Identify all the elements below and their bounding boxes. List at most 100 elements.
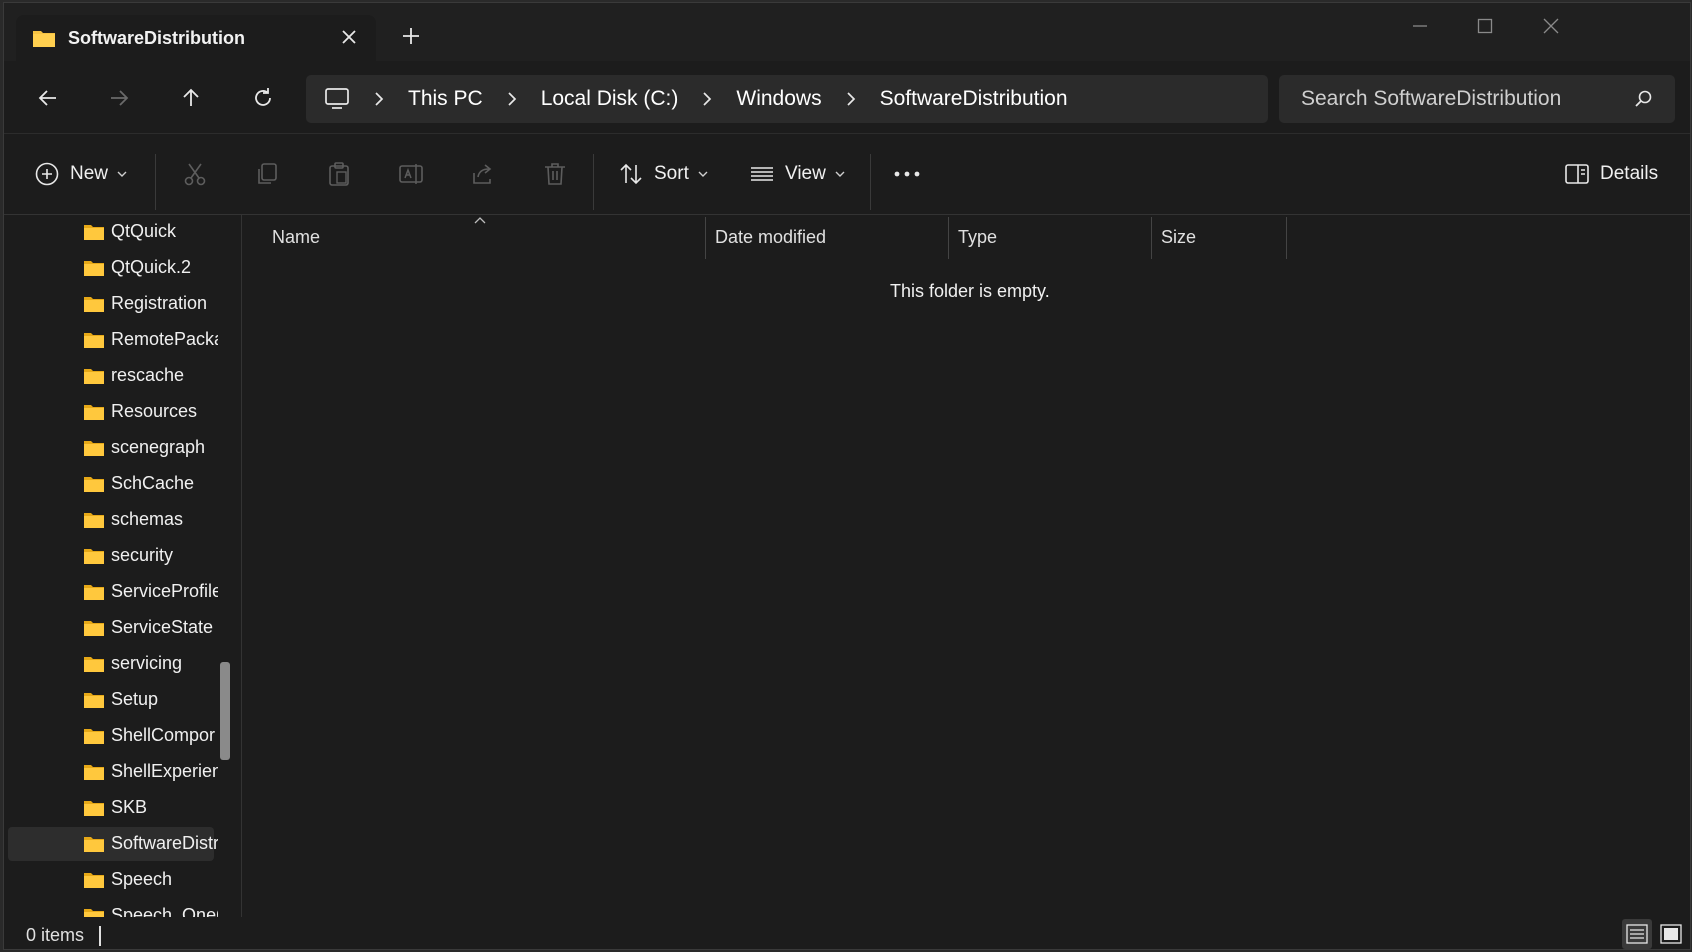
sort-icon xyxy=(618,161,644,187)
copy-icon xyxy=(254,161,280,187)
sidebar-folder-label: rescache xyxy=(111,365,185,385)
sidebar-folder-item[interactable]: ServiceState xyxy=(8,611,214,645)
folder-icon xyxy=(83,295,105,313)
column-header-type[interactable]: Type xyxy=(958,227,997,248)
breadcrumb-windows[interactable]: Windows xyxy=(736,87,821,111)
breadcrumb-software-distribution[interactable]: SoftwareDistribution xyxy=(880,87,1068,111)
paste-icon xyxy=(326,161,352,187)
column-divider[interactable] xyxy=(705,217,706,259)
folder-icon xyxy=(83,331,105,349)
sidebar-folder-label: ServiceProfile xyxy=(111,581,218,601)
command-separator xyxy=(870,154,871,210)
sidebar-folder-label: ShellExperien xyxy=(111,761,218,781)
rename-button[interactable] xyxy=(398,154,424,194)
sidebar-folder-item[interactable]: Setup xyxy=(8,683,214,717)
details-label: Details xyxy=(1600,163,1659,184)
sidebar-folder-item[interactable]: Speech xyxy=(8,863,214,897)
folder-icon xyxy=(83,439,105,457)
folder-icon xyxy=(83,475,105,493)
sidebar-folder-item[interactable]: ServiceProfile xyxy=(8,575,218,609)
search-icon[interactable] xyxy=(1633,88,1655,110)
sidebar-folder-label: RemotePacka xyxy=(111,329,218,349)
sidebar-folder-label: ShellCompor xyxy=(111,725,216,745)
details-button[interactable]: Details xyxy=(1564,154,1658,194)
navigation-pane[interactable]: QtQuick QtQuick.2 Registration RemotePacka r… xyxy=(4,215,240,917)
delete-button[interactable] xyxy=(542,154,568,194)
breadcrumb-local-disk[interactable]: Local Disk (C:) xyxy=(541,87,679,111)
folder-icon xyxy=(83,655,105,673)
large-icons-view-icon[interactable] xyxy=(1656,919,1686,949)
folder-icon xyxy=(83,691,105,709)
column-divider[interactable] xyxy=(948,217,949,259)
address-bar[interactable]: This PC Local Disk (C:) Windows Software… xyxy=(306,75,1268,123)
folder-icon xyxy=(83,547,105,565)
column-header-date-modified[interactable]: Date modified xyxy=(715,227,826,248)
folder-icon xyxy=(83,799,105,817)
chevron-right-icon[interactable] xyxy=(368,88,390,110)
details-view-icon[interactable] xyxy=(1622,919,1652,949)
folder-icon xyxy=(83,511,105,529)
more-icon xyxy=(892,161,922,187)
sidebar-folder-item[interactable]: Speech_OneC xyxy=(8,899,218,917)
sidebar-folder-item[interactable]: security xyxy=(8,539,214,573)
command-separator xyxy=(155,154,156,210)
search-input[interactable]: Search SoftwareDistribution xyxy=(1279,75,1675,123)
refresh-icon[interactable] xyxy=(246,81,280,115)
chevron-down-icon xyxy=(834,168,846,180)
new-tab-icon[interactable] xyxy=(400,25,422,47)
title-bar: SoftwareDistribution xyxy=(4,3,1690,61)
sidebar-folder-item[interactable]: QtQuick.2 xyxy=(8,251,214,285)
chevron-down-icon xyxy=(697,168,709,180)
cut-button[interactable] xyxy=(182,154,208,194)
folder-icon xyxy=(83,907,105,917)
sidebar-folder-item[interactable]: rescache xyxy=(8,359,214,393)
file-list[interactable]: Name Date modified Type Size This folder… xyxy=(242,215,1690,917)
folder-icon xyxy=(83,403,105,421)
new-label: New xyxy=(70,163,109,184)
close-tab-icon[interactable] xyxy=(338,26,360,48)
sidebar-folder-item[interactable]: ShellCompor xyxy=(8,719,215,753)
sidebar-folder-label: QtQuick xyxy=(111,221,177,241)
share-button[interactable] xyxy=(470,154,496,194)
sidebar-folder-label: schemas xyxy=(111,509,184,529)
back-arrow-icon[interactable] xyxy=(31,81,65,115)
sidebar-folder-item[interactable]: SoftwareDistri xyxy=(8,827,218,861)
sidebar-folder-item[interactable]: Resources xyxy=(8,395,214,429)
sidebar-folder-label: servicing xyxy=(111,653,183,673)
up-arrow-icon[interactable] xyxy=(174,81,208,115)
new-button[interactable]: New xyxy=(34,154,128,194)
chevron-right-icon[interactable] xyxy=(840,88,862,110)
sidebar-folder-item[interactable]: ShellExperien xyxy=(8,755,218,789)
command-bar: New Sort View Details xyxy=(4,133,1690,215)
paste-button[interactable] xyxy=(326,154,352,194)
sidebar-folder-item[interactable]: schemas xyxy=(8,503,214,537)
sort-button[interactable]: Sort xyxy=(618,154,709,194)
close-window-icon[interactable] xyxy=(1533,13,1569,39)
column-divider[interactable] xyxy=(1151,217,1152,259)
view-button[interactable]: View xyxy=(749,154,846,194)
minimize-icon[interactable] xyxy=(1402,13,1438,39)
column-header-size[interactable]: Size xyxy=(1161,227,1196,248)
rename-icon xyxy=(398,161,424,187)
copy-button[interactable] xyxy=(254,154,280,194)
breadcrumb-this-pc[interactable]: This PC xyxy=(408,87,483,111)
sidebar-folder-item[interactable]: Registration xyxy=(8,287,214,321)
sidebar-folder-item[interactable]: RemotePacka xyxy=(8,323,218,357)
chevron-right-icon[interactable] xyxy=(501,88,523,110)
sidebar-folder-label: Setup xyxy=(111,689,159,709)
more-options-button[interactable] xyxy=(892,154,922,194)
sidebar-folder-item[interactable]: SchCache xyxy=(8,467,214,501)
sidebar-folder-item[interactable]: servicing xyxy=(8,647,214,681)
maximize-icon[interactable] xyxy=(1467,13,1503,39)
column-divider[interactable] xyxy=(1286,217,1287,259)
sidebar-folder-item[interactable]: SKB xyxy=(8,791,214,825)
folder-icon xyxy=(32,28,56,48)
sidebar-folder-item[interactable]: scenegraph xyxy=(8,431,214,465)
sidebar-scrollbar-thumb[interactable] xyxy=(220,662,230,760)
sidebar-folder-item[interactable]: QtQuick xyxy=(8,215,214,249)
tab-software-distribution[interactable]: SoftwareDistribution xyxy=(16,15,376,61)
forward-arrow-icon[interactable] xyxy=(102,81,136,115)
column-header-name[interactable]: Name xyxy=(272,227,320,248)
folder-icon xyxy=(83,583,105,601)
chevron-right-icon[interactable] xyxy=(696,88,718,110)
